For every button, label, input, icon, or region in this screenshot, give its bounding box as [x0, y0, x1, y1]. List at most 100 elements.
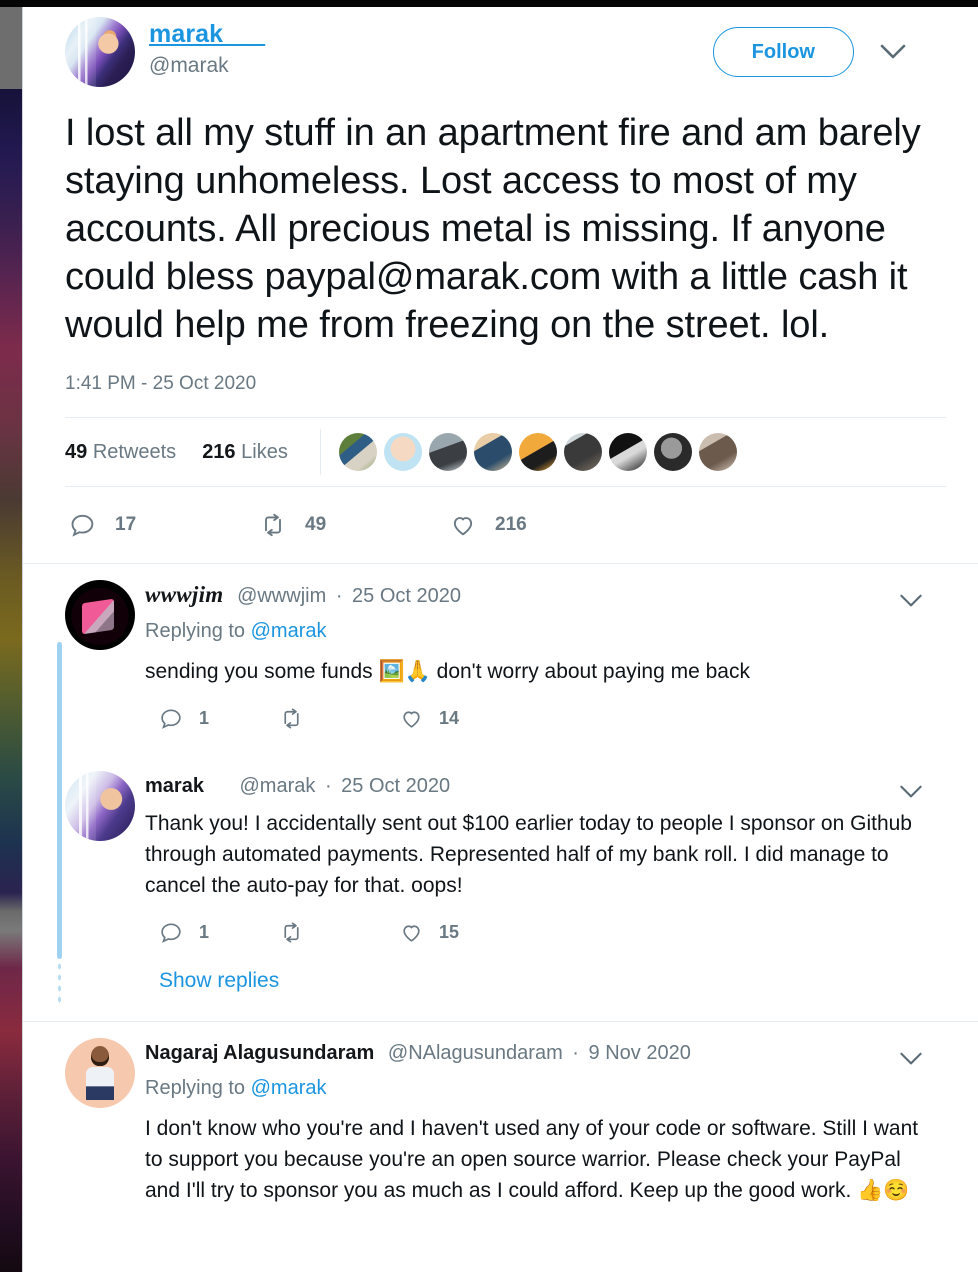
reply-body: marak @marak · 25 Oct 2020 Thank you! I …: [145, 771, 960, 1015]
reply-header: wwwjim @wwwjim · 25 Oct 2020: [145, 581, 960, 610]
show-replies-link[interactable]: Show replies: [145, 963, 960, 1015]
chevron-down-icon[interactable]: [896, 1044, 926, 1074]
separator-dot: ·: [572, 1042, 579, 1064]
reply-text-after: don't worry about paying me back: [436, 660, 750, 683]
reply-display-name[interactable]: wwwjim: [145, 582, 224, 607]
background-image-strip: [0, 7, 22, 1272]
reply-body: wwwjim @wwwjim · 25 Oct 2020 Replying to…: [145, 580, 960, 749]
retweets-count: 49: [65, 440, 88, 463]
facepile-avatar[interactable]: [518, 433, 557, 471]
thread-connector-line: [57, 745, 62, 959]
facepile-avatar[interactable]: [338, 433, 377, 471]
reply-icon: [159, 920, 184, 945]
reply-handle[interactable]: @marak: [240, 775, 316, 797]
replying-to-label: Replying to: [145, 620, 246, 642]
reply-text: I don't know who you're and I haven't us…: [145, 1105, 960, 1206]
retweet-button[interactable]: [279, 706, 399, 731]
reply-icon: [159, 706, 184, 731]
retweet-count: 49: [305, 514, 327, 535]
retweets-label: Retweets: [92, 440, 177, 463]
reply-display-name[interactable]: marak: [145, 775, 204, 797]
facepile-avatar[interactable]: [608, 433, 647, 471]
facepile-avatar[interactable]: [383, 433, 422, 471]
avatar[interactable]: [65, 580, 135, 650]
tweet-detail-surface: marak___ @marak Follow I lost all my stu…: [22, 7, 978, 1272]
replying-to-handle[interactable]: @marak: [251, 1077, 327, 1099]
replying-to-line: Replying to @marak: [145, 610, 960, 648]
reply-display-name[interactable]: Nagaraj Alagusundaram: [145, 1042, 374, 1064]
facepile-avatar[interactable]: [698, 433, 737, 471]
reply-handle[interactable]: @wwwjim: [237, 585, 326, 607]
reply-count: 1: [199, 921, 210, 942]
reply-text-before: sending you some funds: [145, 660, 373, 683]
thread-connector-dots: [57, 961, 62, 1007]
reply-icon: [69, 511, 97, 539]
facepile-avatar[interactable]: [473, 433, 512, 471]
author-display-name[interactable]: marak___: [149, 19, 265, 49]
like-button[interactable]: 15: [399, 920, 459, 945]
replying-to-handle[interactable]: @marak: [251, 620, 327, 642]
reply-date[interactable]: 25 Oct 2020: [341, 775, 450, 797]
retweet-icon: [279, 920, 304, 945]
avatar[interactable]: [65, 17, 135, 87]
reply-item: Nagaraj Alagusundaram @NAlagusundaram · …: [23, 1021, 978, 1212]
chevron-down-icon[interactable]: [896, 586, 926, 616]
separator-dot: ·: [335, 585, 343, 607]
like-button[interactable]: 14: [399, 706, 459, 731]
separator-dot: ·: [324, 775, 332, 797]
emoji-glyphs: 🖼️🙏: [378, 659, 431, 683]
reply-handle[interactable]: @NAlagusundaram: [388, 1042, 563, 1064]
facepile-avatar[interactable]: [428, 433, 467, 471]
reply-avatar-column: [65, 1038, 145, 1206]
follow-button[interactable]: Follow: [712, 27, 854, 77]
reply-header: Nagaraj Alagusundaram @NAlagusundaram · …: [145, 1039, 960, 1067]
tweet-text: I lost all my stuff in an apartment fire…: [65, 112, 921, 346]
emoji-glyphs: 👍☺️: [857, 1178, 910, 1202]
replying-to-label: Replying to: [145, 1077, 246, 1099]
reply-button[interactable]: 17: [69, 511, 259, 539]
facepile-avatar[interactable]: [653, 433, 692, 471]
retweets-stat[interactable]: 49 Retweets: [65, 441, 176, 464]
likes-label: Likes: [241, 440, 288, 463]
chevron-down-icon[interactable]: [896, 777, 926, 807]
engagement-bar: 49 Retweets 216 Likes: [65, 417, 946, 487]
reply-text: sending you some funds 🖼️🙏 don't worry a…: [145, 648, 960, 687]
replying-to-line: Replying to @marak: [145, 1067, 960, 1105]
reply-text-main: I don't know who you're and I haven't us…: [145, 1117, 919, 1202]
like-count: 14: [439, 707, 460, 728]
reply-header: marak @marak · 25 Oct 2020: [145, 772, 960, 800]
heart-icon: [449, 511, 477, 539]
follow-controls: Follow: [712, 27, 912, 77]
likes-stat[interactable]: 216 Likes: [202, 441, 288, 464]
reply-button[interactable]: 1: [159, 920, 279, 945]
reply-count: 1: [199, 707, 210, 728]
reply-item: marak @marak · 25 Oct 2020 Thank you! I …: [23, 745, 978, 1021]
retweet-button[interactable]: [279, 920, 399, 945]
liker-facepile: [319, 429, 744, 475]
reply-count: 17: [115, 514, 137, 535]
reply-text: Thank you! I accidentally sent out $100 …: [145, 812, 912, 897]
facepile-avatar[interactable]: [563, 433, 602, 471]
reply-action-bar: 1: [145, 901, 960, 963]
reply-body: Nagaraj Alagusundaram @NAlagusundaram · …: [145, 1038, 960, 1206]
like-count: 15: [439, 921, 460, 942]
reply-action-bar: 1: [145, 687, 960, 749]
tweet-timestamp[interactable]: 1:41 PM - 25 Oct 2020: [65, 349, 960, 417]
chevron-down-icon[interactable]: [874, 33, 912, 71]
tweet-header: marak___ @marak Follow: [65, 17, 960, 95]
author-handle[interactable]: @marak: [149, 51, 265, 81]
reply-button[interactable]: 1: [159, 706, 279, 731]
reply-avatar-column: [65, 771, 145, 1015]
focused-tweet: marak___ @marak Follow I lost all my stu…: [23, 7, 978, 563]
avatar[interactable]: [65, 771, 135, 841]
tweet-action-bar: 17 49 216: [65, 487, 960, 563]
reply-avatar-column: [65, 580, 145, 749]
like-count: 216: [495, 514, 527, 535]
reply-date[interactable]: 25 Oct 2020: [352, 585, 461, 607]
retweet-button[interactable]: 49: [259, 511, 449, 539]
reply-thread: wwwjim @wwwjim · 25 Oct 2020 Replying to…: [23, 563, 978, 1212]
reply-date[interactable]: 9 Nov 2020: [589, 1042, 691, 1064]
retweet-icon: [259, 511, 287, 539]
like-button[interactable]: 216: [449, 511, 527, 539]
avatar[interactable]: [65, 1038, 135, 1108]
